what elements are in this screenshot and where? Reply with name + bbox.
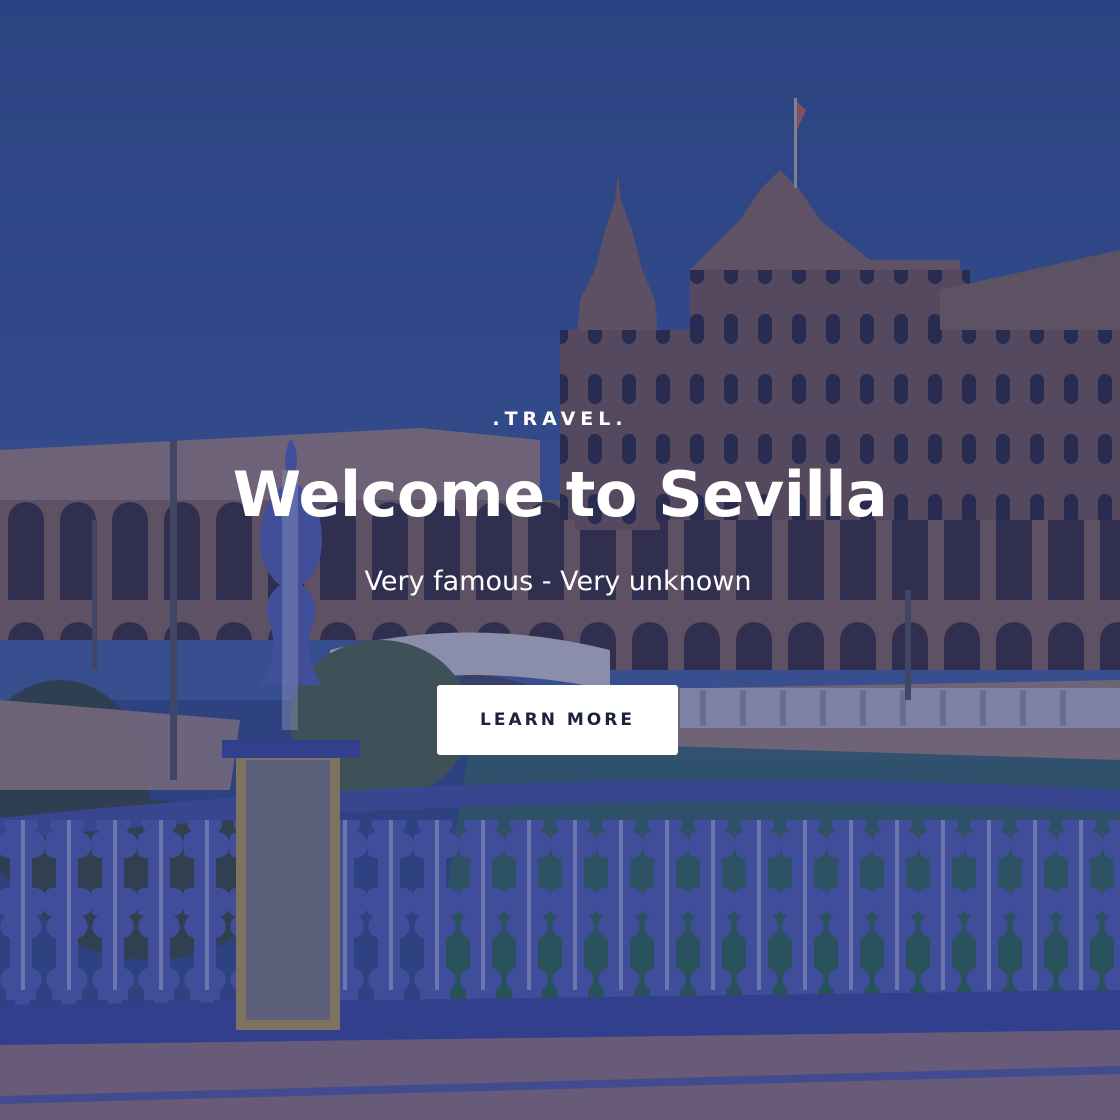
hero-content: .TRAVEL. Welcome to Sevilla Very famous … bbox=[0, 0, 1120, 1120]
page-title: Welcome to Sevilla bbox=[232, 458, 888, 531]
eyebrow-label: .TRAVEL. bbox=[492, 408, 628, 430]
hero-subtitle: Very famous - Very unknown bbox=[364, 566, 752, 597]
hero-section: .TRAVEL. Welcome to Sevilla Very famous … bbox=[0, 0, 1120, 1120]
learn-more-button[interactable]: LEARN MORE bbox=[437, 685, 678, 755]
